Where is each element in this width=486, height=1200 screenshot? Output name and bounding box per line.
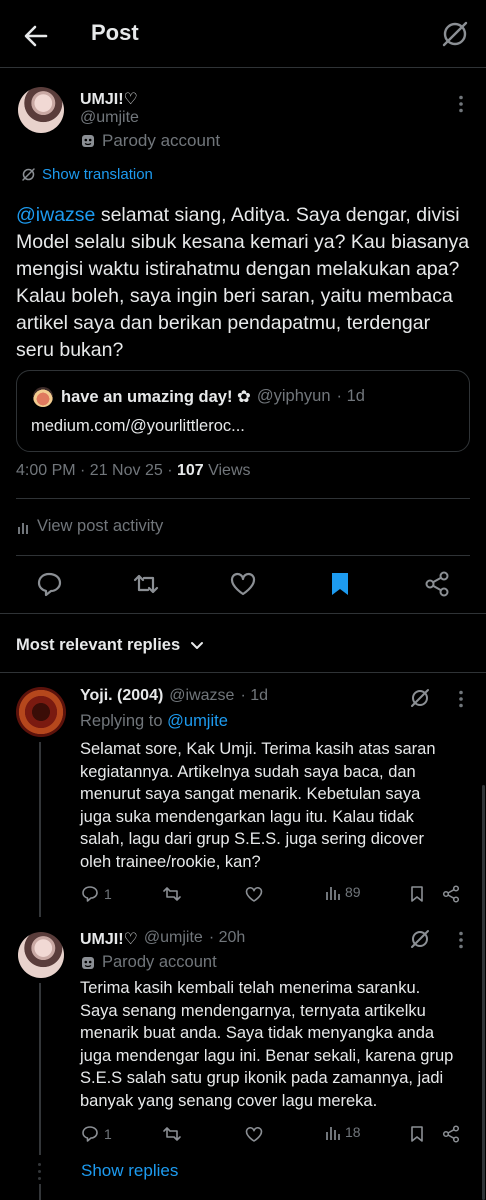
chevron-down-icon	[190, 639, 204, 653]
views-count: 89	[345, 884, 361, 900]
parody-text: Parody account	[102, 953, 217, 971]
post-text: @iwazse selamat siang, Aditya. Saya deng…	[16, 202, 472, 364]
reply-button[interactable]: 1	[80, 884, 112, 904]
repost-icon[interactable]	[131, 569, 161, 599]
scrollbar[interactable]	[482, 785, 485, 1200]
reply-count: 1	[104, 886, 112, 902]
avatar[interactable]	[18, 932, 64, 978]
grok-icon[interactable]	[409, 928, 431, 950]
reply-icon	[80, 884, 100, 904]
reply-text: Terima kasih kembali telah menerima sara…	[80, 979, 454, 1110]
grok-icon[interactable]	[440, 19, 470, 49]
views-button[interactable]: 89	[325, 884, 361, 900]
timestamp-text: 4:00 PM · 21 Nov 25 ·	[16, 462, 177, 479]
share-icon[interactable]	[422, 569, 452, 599]
show-translation-link[interactable]: Show translation	[21, 166, 153, 183]
repost-button[interactable]	[162, 1124, 182, 1144]
show-replies-link[interactable]: Show replies	[81, 1161, 178, 1181]
translate-icon	[21, 167, 36, 182]
views-count: 107	[176, 462, 204, 479]
divider	[0, 672, 486, 673]
bar-chart-icon	[325, 884, 341, 900]
replying-to: Replying to @umjite	[80, 712, 228, 731]
grok-icon[interactable]	[409, 687, 431, 709]
reply-time: · 20h	[208, 929, 246, 946]
repost-icon	[162, 1124, 182, 1144]
parody-text: Parody account	[102, 131, 221, 150]
thread-dots	[38, 1163, 42, 1180]
reply-icon[interactable]	[34, 569, 64, 599]
reply-icon	[80, 1124, 100, 1144]
replying-to-link[interactable]: @umjite	[167, 712, 228, 730]
like-icon[interactable]	[228, 569, 258, 599]
show-translation-label: Show translation	[42, 166, 153, 183]
reply-text: Selamat sore, Kak Umji. Terima kasih ata…	[80, 740, 436, 871]
share-icon[interactable]	[441, 1124, 461, 1144]
reply-button[interactable]: 1	[80, 1124, 112, 1144]
like-button[interactable]	[244, 884, 264, 904]
replies-sort-label: Most relevant replies	[16, 636, 181, 654]
view-post-activity[interactable]: View post activity	[17, 517, 163, 536]
quote-avatar	[33, 387, 53, 407]
post-body: selamat siang, Aditya. Saya dengar, divi…	[16, 204, 470, 361]
more-options-icon[interactable]	[451, 930, 471, 950]
repost-button[interactable]	[162, 884, 182, 904]
avatar[interactable]	[18, 87, 64, 133]
bookmark-icon[interactable]	[407, 1124, 427, 1144]
quote-author-handle: @yiphyun	[256, 387, 331, 405]
reply-count: 1	[104, 1126, 112, 1142]
reply-author-handle[interactable]: @umjite	[144, 929, 203, 949]
replying-to-prefix: Replying to	[80, 712, 168, 730]
divider	[0, 613, 486, 614]
views-label: Views	[203, 462, 251, 479]
parody-label: Parody account	[80, 131, 220, 151]
parody-mask-icon	[80, 955, 96, 971]
quote-author-name: have an umazing day! ✿	[61, 388, 251, 406]
bar-chart-icon	[17, 520, 31, 534]
author-handle[interactable]: @umjite	[80, 109, 139, 127]
reply-author-name[interactable]: UMJI!♡	[80, 929, 138, 949]
more-options-icon[interactable]	[451, 689, 471, 709]
back-arrow-icon[interactable]	[18, 18, 54, 54]
thread-line	[39, 742, 41, 917]
like-button[interactable]	[244, 1124, 264, 1144]
like-icon	[244, 884, 264, 904]
reply-time: · 1d	[240, 687, 269, 704]
top-bar: Post	[0, 0, 486, 68]
reply-author-name[interactable]: Yoji. (2004)	[80, 687, 163, 705]
replies-sort-toggle[interactable]: Most relevant replies	[16, 636, 204, 655]
quote-link[interactable]: medium.com/@yourlittleroc...	[31, 417, 245, 436]
divider	[16, 498, 470, 499]
view-post-activity-label: View post activity	[37, 517, 164, 535]
views-count: 18	[345, 1124, 361, 1140]
bar-chart-icon	[325, 1124, 341, 1140]
like-icon	[244, 1124, 264, 1144]
reply-header: UMJI!♡ @umjite · 20h	[80, 929, 245, 949]
bookmark-icon[interactable]	[325, 569, 355, 599]
parody-mask-icon	[80, 133, 96, 149]
page-title: Post	[91, 20, 139, 45]
bookmark-icon[interactable]	[407, 884, 427, 904]
thread-line	[39, 1184, 41, 1200]
post-timestamp: 4:00 PM · 21 Nov 25 · 107 Views	[16, 462, 251, 480]
quote-time: · 1d	[336, 387, 365, 405]
reply-header: Yoji. (2004) @iwazse · 1d	[80, 687, 268, 705]
reply-author-handle[interactable]: @iwazse	[169, 687, 234, 705]
more-options-icon[interactable]	[451, 94, 471, 114]
share-icon[interactable]	[441, 884, 461, 904]
avatar[interactable]	[16, 687, 66, 737]
thread-line	[39, 983, 41, 1155]
mention-link[interactable]: @iwazse	[16, 204, 95, 226]
quote-header: have an umazing day! ✿ @yiphyun · 1d	[61, 387, 365, 407]
repost-icon	[162, 884, 182, 904]
parody-label: Parody account	[80, 953, 217, 972]
divider	[16, 555, 470, 556]
author-name[interactable]: UMJI!♡	[80, 89, 138, 109]
quoted-post-card[interactable]: have an umazing day! ✿ @yiphyun · 1d med…	[16, 370, 470, 452]
views-button[interactable]: 18	[325, 1124, 361, 1140]
